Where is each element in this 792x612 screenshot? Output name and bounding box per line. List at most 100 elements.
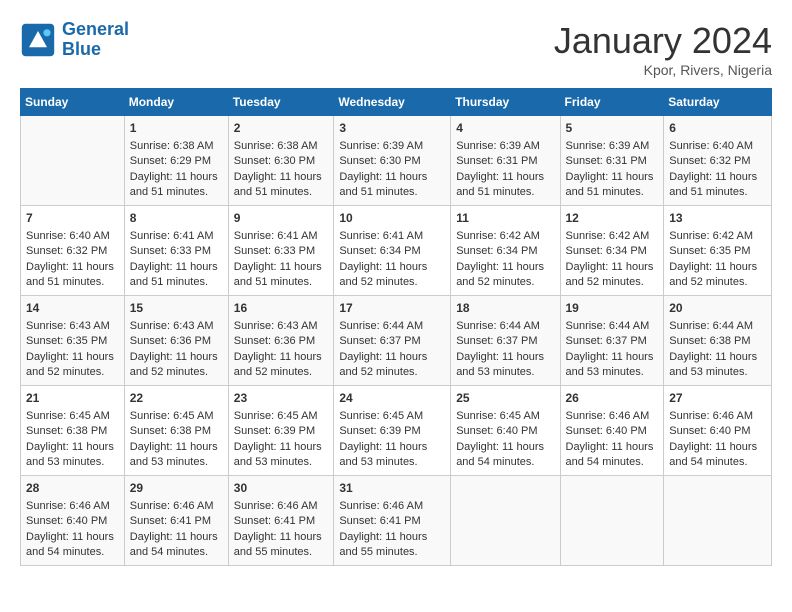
calendar-cell: 22Sunrise: 6:45 AMSunset: 6:38 PMDayligh… bbox=[124, 386, 228, 476]
calendar-cell: 15Sunrise: 6:43 AMSunset: 6:36 PMDayligh… bbox=[124, 296, 228, 386]
day-number: 10 bbox=[339, 210, 445, 227]
sunset-text: Sunset: 6:38 PM bbox=[130, 424, 223, 439]
daylight-text: Daylight: 11 hours and 52 minutes. bbox=[566, 260, 659, 291]
sunrise-text: Sunrise: 6:41 AM bbox=[339, 229, 445, 244]
sunrise-text: Sunrise: 6:43 AM bbox=[26, 319, 119, 334]
week-row-3: 14Sunrise: 6:43 AMSunset: 6:35 PMDayligh… bbox=[21, 296, 772, 386]
week-row-5: 28Sunrise: 6:46 AMSunset: 6:40 PMDayligh… bbox=[21, 476, 772, 566]
daylight-text: Daylight: 11 hours and 51 minutes. bbox=[234, 170, 329, 201]
sunset-text: Sunset: 6:39 PM bbox=[234, 424, 329, 439]
week-row-2: 7Sunrise: 6:40 AMSunset: 6:32 PMDaylight… bbox=[21, 206, 772, 296]
week-row-1: 1Sunrise: 6:38 AMSunset: 6:29 PMDaylight… bbox=[21, 116, 772, 206]
daylight-text: Daylight: 11 hours and 51 minutes. bbox=[234, 260, 329, 291]
daylight-text: Daylight: 11 hours and 55 minutes. bbox=[339, 530, 445, 561]
logo: General Blue bbox=[20, 20, 129, 60]
logo-line2: Blue bbox=[62, 39, 101, 59]
day-number: 5 bbox=[566, 120, 659, 137]
sunrise-text: Sunrise: 6:45 AM bbox=[26, 409, 119, 424]
sunrise-text: Sunrise: 6:46 AM bbox=[130, 499, 223, 514]
day-header-sunday: Sunday bbox=[21, 89, 125, 116]
sunset-text: Sunset: 6:32 PM bbox=[26, 244, 119, 259]
daylight-text: Daylight: 11 hours and 53 minutes. bbox=[456, 350, 554, 381]
calendar-cell: 13Sunrise: 6:42 AMSunset: 6:35 PMDayligh… bbox=[664, 206, 772, 296]
sunset-text: Sunset: 6:40 PM bbox=[456, 424, 554, 439]
daylight-text: Daylight: 11 hours and 53 minutes. bbox=[130, 440, 223, 471]
sunset-text: Sunset: 6:40 PM bbox=[26, 514, 119, 529]
calendar-cell: 9Sunrise: 6:41 AMSunset: 6:33 PMDaylight… bbox=[228, 206, 334, 296]
daylight-text: Daylight: 11 hours and 52 minutes. bbox=[130, 350, 223, 381]
calendar-cell: 11Sunrise: 6:42 AMSunset: 6:34 PMDayligh… bbox=[451, 206, 560, 296]
sunrise-text: Sunrise: 6:39 AM bbox=[566, 139, 659, 154]
calendar-cell bbox=[560, 476, 664, 566]
sunrise-text: Sunrise: 6:44 AM bbox=[456, 319, 554, 334]
sunrise-text: Sunrise: 6:46 AM bbox=[566, 409, 659, 424]
day-number: 20 bbox=[669, 300, 766, 317]
calendar-cell: 14 Sunrise: 6:43 AMSunset: 6:35 PMDayligh… bbox=[21, 296, 125, 386]
sunset-text: Sunset: 6:32 PM bbox=[669, 154, 766, 169]
day-number: 26 bbox=[566, 390, 659, 407]
sunrise-text: Sunrise: 6:42 AM bbox=[669, 229, 766, 244]
calendar-cell: 24Sunrise: 6:45 AMSunset: 6:39 PMDayligh… bbox=[334, 386, 451, 476]
calendar-cell: 30Sunrise: 6:46 AMSunset: 6:41 PMDayligh… bbox=[228, 476, 334, 566]
sunset-text: Sunset: 6:30 PM bbox=[339, 154, 445, 169]
sunrise-text: Sunrise: 6:46 AM bbox=[234, 499, 329, 514]
daylight-text: Daylight: 11 hours and 52 minutes. bbox=[26, 350, 119, 381]
day-number: 8 bbox=[130, 210, 223, 227]
day-number: 13 bbox=[669, 210, 766, 227]
daylight-text: Daylight: 11 hours and 54 minutes. bbox=[26, 530, 119, 561]
day-number: 2 bbox=[234, 120, 329, 137]
sunset-text: Sunset: 6:34 PM bbox=[456, 244, 554, 259]
sunset-text: Sunset: 6:31 PM bbox=[456, 154, 554, 169]
sunset-text: Sunset: 6:33 PM bbox=[130, 244, 223, 259]
daylight-text: Daylight: 11 hours and 52 minutes. bbox=[456, 260, 554, 291]
calendar-cell bbox=[451, 476, 560, 566]
day-number: 31 bbox=[339, 480, 445, 497]
calendar-cell: 20Sunrise: 6:44 AMSunset: 6:38 PMDayligh… bbox=[664, 296, 772, 386]
daylight-text: Daylight: 11 hours and 54 minutes. bbox=[669, 440, 766, 471]
sunrise-text: Sunrise: 6:41 AM bbox=[130, 229, 223, 244]
days-row: SundayMondayTuesdayWednesdayThursdayFrid… bbox=[21, 89, 772, 116]
sunrise-text: Sunrise: 6:39 AM bbox=[339, 139, 445, 154]
sunrise-text: Sunrise: 6:42 AM bbox=[456, 229, 554, 244]
day-number: 12 bbox=[566, 210, 659, 227]
sunset-text: Sunset: 6:38 PM bbox=[26, 424, 119, 439]
day-number: 19 bbox=[566, 300, 659, 317]
logo-line1: General bbox=[62, 19, 129, 39]
sunrise-text: Sunrise: 6:43 AM bbox=[234, 319, 329, 334]
sunset-text: Sunset: 6:30 PM bbox=[234, 154, 329, 169]
sunset-text: Sunset: 6:35 PM bbox=[26, 334, 119, 349]
page-header: General Blue January 2024 Kpor, Rivers, … bbox=[20, 20, 772, 78]
sunset-text: Sunset: 6:34 PM bbox=[339, 244, 445, 259]
calendar-cell: 5Sunrise: 6:39 AMSunset: 6:31 PMDaylight… bbox=[560, 116, 664, 206]
day-header-saturday: Saturday bbox=[664, 89, 772, 116]
day-number: 27 bbox=[669, 390, 766, 407]
calendar-cell bbox=[664, 476, 772, 566]
sunrise-text: Sunrise: 6:44 AM bbox=[669, 319, 766, 334]
calendar-cell: 19Sunrise: 6:44 AMSunset: 6:37 PMDayligh… bbox=[560, 296, 664, 386]
sunset-text: Sunset: 6:41 PM bbox=[234, 514, 329, 529]
calendar-cell: 28Sunrise: 6:46 AMSunset: 6:40 PMDayligh… bbox=[21, 476, 125, 566]
day-number: 14 bbox=[26, 300, 119, 317]
daylight-text: Daylight: 11 hours and 54 minutes. bbox=[456, 440, 554, 471]
calendar-cell: 17Sunrise: 6:44 AMSunset: 6:37 PMDayligh… bbox=[334, 296, 451, 386]
day-number: 4 bbox=[456, 120, 554, 137]
calendar-table: SundayMondayTuesdayWednesdayThursdayFrid… bbox=[20, 88, 772, 566]
daylight-text: Daylight: 11 hours and 51 minutes. bbox=[566, 170, 659, 201]
calendar-cell: 10Sunrise: 6:41 AMSunset: 6:34 PMDayligh… bbox=[334, 206, 451, 296]
daylight-text: Daylight: 11 hours and 52 minutes. bbox=[339, 350, 445, 381]
day-header-thursday: Thursday bbox=[451, 89, 560, 116]
week-row-4: 21Sunrise: 6:45 AMSunset: 6:38 PMDayligh… bbox=[21, 386, 772, 476]
calendar-cell: 7Sunrise: 6:40 AMSunset: 6:32 PMDaylight… bbox=[21, 206, 125, 296]
sunset-text: Sunset: 6:33 PM bbox=[234, 244, 329, 259]
sunrise-text: Sunrise: 6:43 AM bbox=[130, 319, 223, 334]
day-number: 21 bbox=[26, 390, 119, 407]
day-number: 3 bbox=[339, 120, 445, 137]
sunset-text: Sunset: 6:41 PM bbox=[130, 514, 223, 529]
daylight-text: Daylight: 11 hours and 54 minutes. bbox=[130, 530, 223, 561]
day-number: 17 bbox=[339, 300, 445, 317]
sunrise-text: Sunrise: 6:45 AM bbox=[234, 409, 329, 424]
day-number: 28 bbox=[26, 480, 119, 497]
calendar-body: 1Sunrise: 6:38 AMSunset: 6:29 PMDaylight… bbox=[21, 116, 772, 566]
day-header-wednesday: Wednesday bbox=[334, 89, 451, 116]
daylight-text: Daylight: 11 hours and 53 minutes. bbox=[339, 440, 445, 471]
